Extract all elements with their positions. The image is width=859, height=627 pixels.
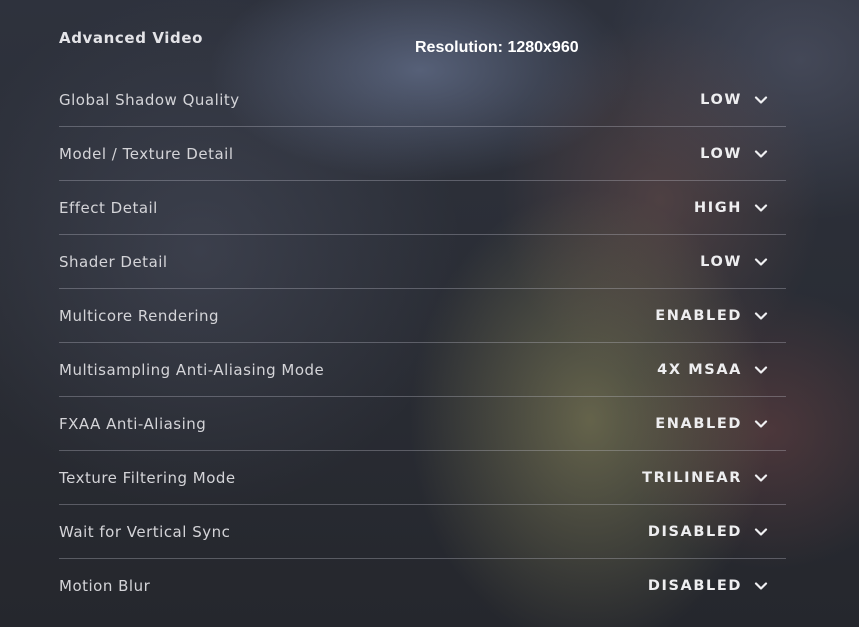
- setting-dropdown[interactable]: TRILINEAR: [642, 470, 786, 486]
- chevron-down-icon[interactable]: [754, 471, 768, 485]
- setting-value: LOW: [700, 91, 742, 108]
- setting-label: Global Shadow Quality: [59, 90, 240, 109]
- setting-dropdown[interactable]: LOW: [700, 254, 786, 270]
- chevron-down-icon[interactable]: [754, 579, 768, 593]
- setting-row-model-texture-detail[interactable]: Model / Texture Detail LOW: [59, 127, 786, 181]
- setting-dropdown[interactable]: LOW: [700, 92, 786, 108]
- setting-value: LOW: [700, 253, 742, 270]
- setting-value: DISABLED: [647, 523, 742, 540]
- setting-dropdown[interactable]: HIGH: [694, 200, 786, 216]
- setting-dropdown[interactable]: 4X MSAA: [657, 362, 786, 378]
- panel-title: Advanced Video: [59, 29, 204, 47]
- setting-label: Effect Detail: [59, 198, 158, 217]
- chevron-down-icon[interactable]: [754, 363, 768, 377]
- setting-value: LOW: [700, 145, 742, 162]
- chevron-down-icon[interactable]: [754, 147, 768, 161]
- setting-value: TRILINEAR: [642, 469, 742, 486]
- setting-row-global-shadow-quality[interactable]: Global Shadow Quality LOW: [59, 73, 786, 127]
- setting-label: Motion Blur: [59, 577, 151, 595]
- setting-row-msaa-mode[interactable]: Multisampling Anti-Aliasing Mode 4X MSAA: [59, 343, 786, 397]
- settings-list: Global Shadow Quality LOW Model / Textur…: [59, 73, 786, 613]
- advanced-video-panel: Advanced Video Resolution: 1280x960 Glob…: [0, 0, 859, 627]
- setting-dropdown[interactable]: DISABLED: [648, 578, 786, 594]
- setting-value: DISABLED: [647, 578, 742, 594]
- setting-row-vertical-sync[interactable]: Wait for Vertical Sync DISABLED: [59, 505, 786, 559]
- setting-label: Multicore Rendering: [59, 306, 220, 325]
- setting-label: Multisampling Anti-Aliasing Mode: [59, 360, 325, 379]
- setting-row-fxaa[interactable]: FXAA Anti-Aliasing ENABLED: [59, 397, 786, 451]
- chevron-down-icon[interactable]: [754, 201, 768, 215]
- setting-dropdown[interactable]: DISABLED: [648, 524, 786, 540]
- setting-row-multicore-rendering[interactable]: Multicore Rendering ENABLED: [59, 289, 786, 343]
- chevron-down-icon[interactable]: [754, 93, 768, 107]
- setting-row-texture-filtering[interactable]: Texture Filtering Mode TRILINEAR: [59, 451, 786, 505]
- setting-value: ENABLED: [655, 307, 742, 324]
- setting-label: Texture Filtering Mode: [59, 468, 236, 487]
- chevron-down-icon[interactable]: [754, 417, 768, 431]
- setting-row-motion-blur[interactable]: Motion Blur DISABLED: [59, 559, 786, 613]
- chevron-down-icon[interactable]: [754, 525, 768, 539]
- chevron-down-icon[interactable]: [754, 309, 768, 323]
- setting-value: 4X MSAA: [657, 361, 742, 378]
- setting-value: HIGH: [694, 199, 742, 216]
- setting-value: ENABLED: [655, 415, 742, 432]
- setting-label: Shader Detail: [59, 252, 168, 271]
- chevron-down-icon[interactable]: [754, 255, 768, 269]
- setting-dropdown[interactable]: LOW: [700, 146, 786, 162]
- setting-row-shader-detail[interactable]: Shader Detail LOW: [59, 235, 786, 289]
- setting-row-effect-detail[interactable]: Effect Detail HIGH: [59, 181, 786, 235]
- setting-dropdown[interactable]: ENABLED: [655, 308, 786, 324]
- setting-label: FXAA Anti-Aliasing: [59, 414, 207, 433]
- setting-label: Wait for Vertical Sync: [59, 522, 231, 541]
- setting-dropdown[interactable]: ENABLED: [655, 416, 786, 432]
- setting-label: Model / Texture Detail: [59, 144, 234, 163]
- resolution-readout: Resolution: 1280x960: [415, 39, 579, 56]
